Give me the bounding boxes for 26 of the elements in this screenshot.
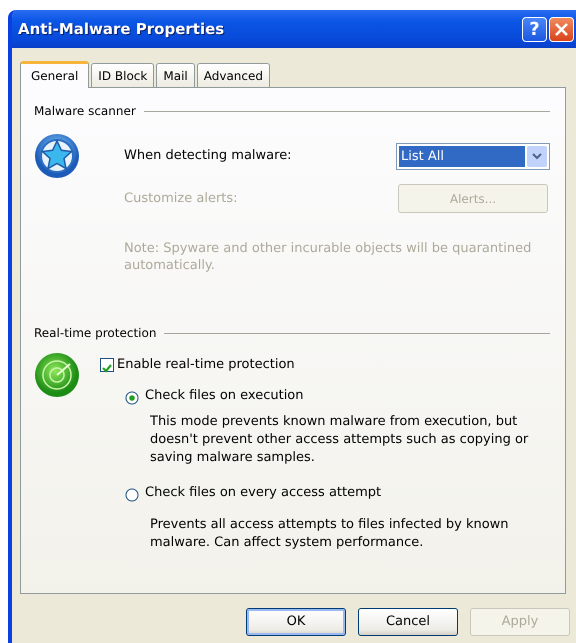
tab[interactable]: General: [20, 61, 90, 88]
tab[interactable]: ID Block: [91, 63, 154, 87]
description-text: This mode prevents known malware from execution, but doesn't prevent other access attempts such as copying or saving malware samples.: [150, 413, 530, 467]
radio-icon[interactable]: [125, 390, 139, 405]
checkmark-icon[interactable]: [101, 362, 113, 374]
tab[interactable]: Advanced: [196, 63, 270, 87]
radio-option[interactable]: Check files on execution: [125, 386, 304, 405]
window-title: Anti-Malware Properties: [18, 18, 226, 40]
enable-checkbox[interactable]: Enable real-time protection: [100, 355, 295, 374]
close-icon[interactable]: [554, 22, 569, 36]
tab[interactable]: Mail: [156, 63, 195, 87]
field-label: Customize alerts:: [124, 190, 239, 208]
dropdown[interactable]: List All: [396, 142, 550, 170]
description-text: Prevents all access attempts to files infected by known malware. Can affect system performance.: [150, 516, 510, 552]
star-badge-icon: [34, 133, 80, 179]
close-button[interactable]: [549, 16, 574, 42]
field-label: When detecting malware:: [124, 147, 293, 166]
group-heading: Malware scanner: [34, 103, 136, 120]
radio-icon[interactable]: [125, 488, 139, 502]
group-heading: Real-time protection: [34, 325, 156, 342]
help-button[interactable]: ?: [522, 16, 547, 42]
dialog-button[interactable]: Cancel: [358, 608, 458, 636]
dialog-button[interactable]: OK: [246, 608, 346, 636]
note-text: Note: Spyware and other incurable objects will be quarantined automatically.: [124, 240, 532, 274]
radio-option[interactable]: Check files on every access attempt: [125, 483, 382, 502]
radar-icon: [34, 352, 80, 398]
